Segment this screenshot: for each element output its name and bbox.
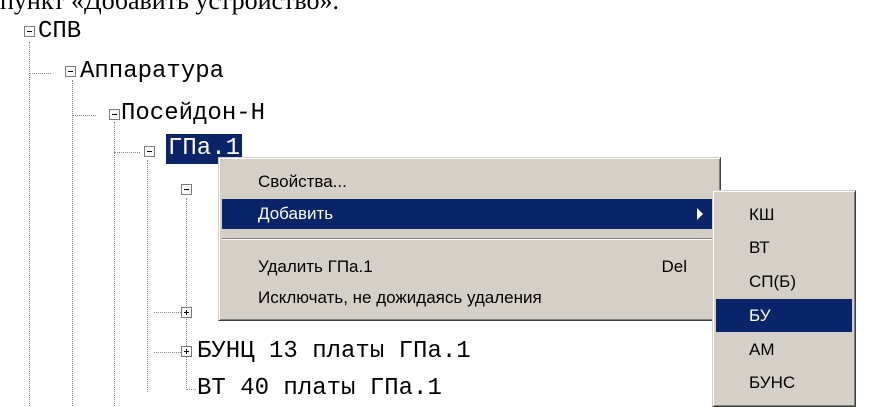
- menu-item-delete[interactable]: Удалить ГПа.1 Del: [222, 252, 717, 282]
- submenu-item-label: БУНС: [749, 373, 796, 392]
- tree-node-apparatura[interactable]: Аппаратура: [80, 57, 224, 87]
- submenu-item-spb[interactable]: СП(Б): [716, 265, 852, 298]
- tree-node-spv[interactable]: СПВ: [38, 17, 81, 47]
- tree-node-vt[interactable]: ВТ 40 платы ГПа.1: [197, 374, 442, 404]
- menu-separator: [222, 238, 717, 240]
- submenu-item-label: АМ: [749, 340, 775, 359]
- submenu-item-am[interactable]: АМ: [716, 333, 852, 366]
- tree-connector: [154, 312, 181, 313]
- tree-connector: [29, 73, 51, 74]
- tree-node-bunc[interactable]: БУНЦ 13 платы ГПа.1: [197, 337, 471, 367]
- menu-item-label: Исключать, не дожидаясь удаления: [258, 288, 542, 307]
- submenu-item-buns[interactable]: БУНС: [716, 366, 852, 399]
- tree-connector: [154, 352, 181, 353]
- submenu-item-ksh[interactable]: КШ: [716, 198, 852, 231]
- submenu-item-bu[interactable]: БУ: [716, 299, 852, 332]
- menu-item-label: Свойства...: [258, 172, 347, 191]
- submenu-item-label: БУ: [749, 306, 771, 325]
- collapse-icon[interactable]: [65, 66, 76, 77]
- tree-connector: [186, 198, 187, 390]
- menu-item-add[interactable]: Добавить: [222, 199, 717, 229]
- collapse-icon[interactable]: [144, 146, 155, 157]
- menu-item-label: Добавить: [258, 204, 334, 223]
- expand-icon[interactable]: [181, 346, 192, 357]
- tree-connector: [72, 80, 73, 406]
- expand-icon[interactable]: [181, 307, 192, 318]
- submenu-item-label: СП(Б): [749, 272, 796, 291]
- menu-item-properties[interactable]: Свойства...: [222, 167, 717, 197]
- tree-connector: [114, 152, 140, 153]
- submenu-arrow-icon: [697, 208, 703, 220]
- context-menu: Свойства... Добавить Удалить ГПа.1 Del И…: [218, 157, 721, 321]
- tree-connector: [29, 42, 30, 406]
- collapse-icon[interactable]: [109, 109, 120, 120]
- tree-connector: [186, 389, 196, 390]
- tree-node-poseidon[interactable]: Посейдон-Н: [121, 99, 265, 129]
- menu-item-label: Удалить ГПа.1: [258, 257, 373, 276]
- submenu-item-vt[interactable]: ВТ: [716, 231, 852, 264]
- tree-connector: [72, 115, 96, 116]
- submenu-item-label: КШ: [749, 205, 775, 224]
- submenu-item-label: ВТ: [749, 238, 770, 257]
- collapse-icon[interactable]: [181, 184, 192, 195]
- collapse-icon[interactable]: [24, 26, 35, 37]
- add-submenu: КШ ВТ СП(Б) БУ АМ БУНС: [712, 190, 856, 407]
- tree-connector: [147, 160, 148, 392]
- menu-item-shortcut: Del: [661, 257, 687, 276]
- menu-item-exclude[interactable]: Исключать, не дожидаясь удаления: [222, 283, 717, 313]
- tree-connector: [114, 122, 115, 406]
